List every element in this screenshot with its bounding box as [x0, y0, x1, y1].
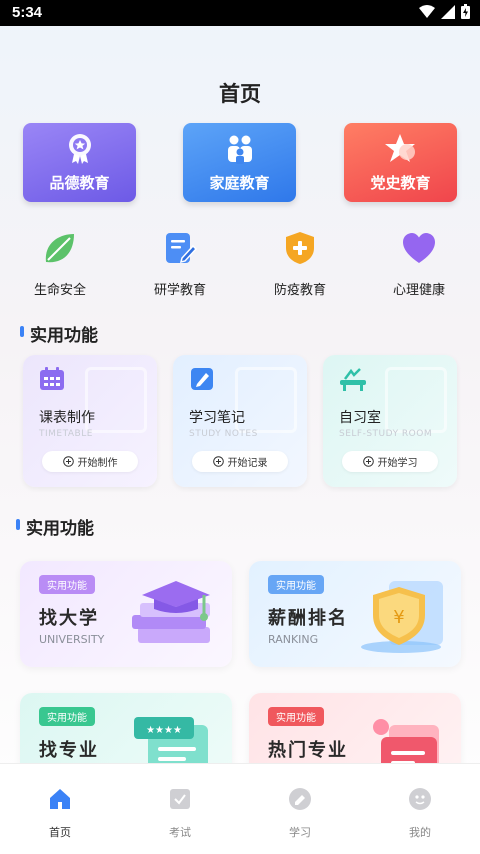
card-self-study-room[interactable]: 自习室 SELF-STUDY ROOM 开始学习 [323, 355, 457, 487]
card-salary-ranking[interactable]: 实用功能 薪酬排名 RANKING ¥ [249, 561, 461, 667]
promo-subtitle: UNIVERSITY [39, 633, 105, 646]
desk-icon [339, 367, 367, 395]
tab-label: 我的 [409, 826, 431, 839]
plus-circle-icon [362, 456, 374, 467]
notebook-icon [189, 367, 215, 395]
edit-doc-icon [140, 228, 220, 268]
home-icon [20, 784, 100, 814]
promo-subtitle: RANKING [268, 633, 319, 646]
card-name: 学习笔记 [189, 410, 245, 426]
tab-home[interactable]: 首页 [20, 784, 100, 840]
feature-tag: 实用功能 [39, 575, 95, 594]
start-making-button[interactable]: 开始制作 [42, 451, 138, 472]
status-time: 5:34 [12, 4, 43, 21]
promo-title: 找大学 [39, 608, 99, 629]
battery-icon [461, 4, 470, 19]
promo-title: 热门专业 [268, 740, 348, 761]
card-find-university[interactable]: 实用功能 找大学 UNIVERSITY [20, 561, 232, 667]
plus-circle-icon [212, 456, 224, 467]
status-icons [419, 4, 470, 19]
item-label: 心理健康 [392, 283, 445, 298]
item-label: 生命安全 [33, 283, 86, 298]
start-studying-button[interactable]: 开始学习 [342, 451, 438, 472]
plus-circle-icon [62, 456, 74, 467]
svg-text:★★★★: ★★★★ [146, 725, 182, 736]
section-title-practical: 实用功能 [30, 326, 98, 346]
card-character-education[interactable]: 品德教育 [23, 123, 136, 202]
promo-title: 找专业 [39, 740, 99, 761]
card-name: 课表制作 [39, 410, 95, 426]
section-indicator [20, 326, 24, 337]
bottom-tab-bar: 首页 考试 学习 我的 [0, 763, 480, 854]
item-epidemic-prevention[interactable]: 防疫教育 [260, 228, 340, 298]
item-research-study[interactable]: 研学教育 [140, 228, 220, 298]
section-indicator [16, 519, 20, 530]
profile-icon [380, 784, 460, 814]
feature-tag: 实用功能 [268, 575, 324, 594]
feature-tag: 实用功能 [268, 707, 324, 726]
card-study-notes[interactable]: 学习笔记 STUDY NOTES 开始记录 [173, 355, 307, 487]
card-label: 党史教育 [370, 174, 431, 192]
calendar-icon [39, 367, 65, 395]
card-party-history-education[interactable]: 党史教育 [344, 123, 457, 202]
feature-tag: 实用功能 [39, 707, 95, 726]
salary-shield-icon: ¥ [353, 575, 449, 659]
card-name: 自习室 [339, 410, 381, 426]
wifi-icon [419, 4, 435, 18]
tab-exam[interactable]: 考试 [140, 784, 220, 840]
family-icon [223, 132, 257, 170]
tab-profile[interactable]: 我的 [380, 784, 460, 840]
section-title-practical: 实用功能 [26, 519, 94, 539]
leaf-icon [20, 228, 100, 268]
exam-icon [140, 784, 220, 814]
card-label: 品德教育 [49, 174, 110, 192]
item-label: 防疫教育 [273, 283, 326, 298]
status-bar: 5:34 [0, 0, 480, 26]
card-subtitle: SELF-STUDY ROOM [339, 429, 433, 439]
promo-title: 薪酬排名 [268, 608, 348, 629]
item-label: 研学教育 [153, 283, 206, 298]
card-family-education[interactable]: 家庭教育 [183, 123, 296, 202]
tab-study[interactable]: 学习 [260, 784, 340, 840]
medal-icon [63, 132, 97, 170]
tab-label: 考试 [169, 826, 191, 839]
card-subtitle: TIMETABLE [39, 429, 93, 439]
button-label: 开始制作 [77, 458, 118, 469]
tab-label: 首页 [49, 826, 71, 839]
svg-text:¥: ¥ [393, 607, 404, 628]
start-recording-button[interactable]: 开始记录 [192, 451, 288, 472]
signal-icon [441, 4, 455, 19]
study-icon [260, 784, 340, 814]
graduation-cap-icon [124, 575, 220, 659]
card-subtitle: STUDY NOTES [189, 429, 258, 439]
page-title: 首页 [219, 82, 261, 106]
item-mental-health[interactable]: 心理健康 [379, 228, 459, 298]
star-icon [383, 132, 419, 170]
item-life-safety[interactable]: 生命安全 [20, 228, 100, 298]
card-label: 家庭教育 [209, 174, 270, 192]
button-label: 开始学习 [377, 458, 418, 469]
tab-label: 学习 [289, 826, 311, 839]
button-label: 开始记录 [227, 458, 268, 469]
decoration-desk [385, 367, 447, 433]
card-timetable[interactable]: 课表制作 TIMETABLE 开始制作 [23, 355, 157, 487]
shield-plus-icon [260, 228, 340, 268]
heart-icon [379, 228, 459, 268]
